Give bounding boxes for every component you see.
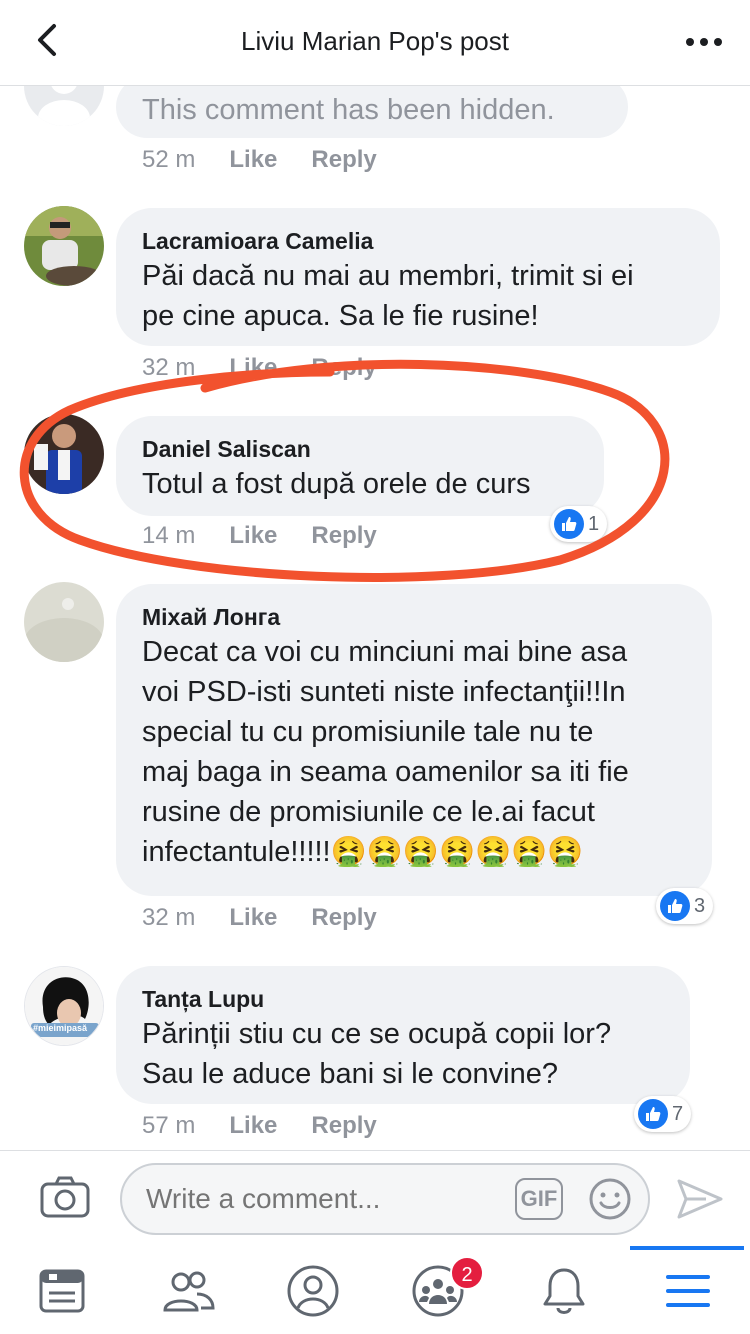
send-button[interactable] (676, 1177, 724, 1221)
avatar[interactable] (24, 86, 104, 126)
reaction-number: 3 (694, 894, 706, 917)
gif-button[interactable]: GIF (515, 1178, 563, 1220)
profile-icon (287, 1265, 339, 1317)
nav-friends[interactable] (160, 1266, 216, 1316)
comment-time: 52 m (142, 146, 196, 173)
nav-news-feed[interactable] (34, 1266, 90, 1316)
avatar[interactable] (24, 206, 104, 286)
reply-button[interactable]: Reply (311, 354, 376, 382)
notification-badge: 2 (450, 1256, 484, 1290)
menu-icon (666, 1275, 710, 1307)
thumbs-up-icon (660, 891, 690, 921)
reply-button[interactable]: Reply (311, 146, 376, 174)
profile-photo-icon (25, 967, 103, 1045)
comment-text-line: infectantule!!!!!🤮🤮🤮🤮🤮🤮🤮 (142, 836, 584, 868)
thumbs-up-icon (554, 509, 584, 539)
dot-icon (686, 38, 694, 46)
comment-bubble: Daniel Saliscan Totul a fost după orele … (116, 416, 604, 516)
like-button[interactable]: Like (229, 354, 277, 382)
comment-text-line: special tu cu promisiunile tale nu te (142, 716, 594, 748)
comment-text-line: Sau le aduce bani si le convine? (142, 1058, 558, 1090)
comment-text-line: Păi dacă nu mai au membri, trimit si ei (142, 260, 634, 292)
reply-button[interactable]: Reply (311, 904, 376, 932)
like-button[interactable]: Like (229, 1112, 277, 1140)
avatar[interactable] (24, 582, 104, 662)
reply-button[interactable]: Reply (311, 522, 376, 550)
nav-notifications[interactable] (536, 1266, 592, 1316)
comment-bubble: Lacramioara Camelia Păi dacă nu mai au m… (116, 208, 720, 346)
reaction-number: 7 (672, 1102, 684, 1125)
smiley-icon (589, 1178, 631, 1220)
comment-text-line: maj baga in seama oamenilor sa iti fie (142, 756, 629, 788)
comment-input[interactable] (146, 1183, 506, 1215)
bottom-navigation: 2 (0, 1246, 750, 1334)
comments-list: This comment has been hidden. 52 m Like … (0, 86, 750, 1150)
comment-author[interactable]: Tanța Lupu (142, 984, 664, 1014)
reply-button[interactable]: Reply (311, 1112, 376, 1140)
default-avatar-icon (24, 86, 104, 126)
comment-composer: GIF (0, 1150, 750, 1246)
comment-meta: 32 m Like Reply (142, 354, 377, 382)
comment-text-line: Decat ca voi cu minciuni mai bine asa (142, 636, 628, 668)
comment-text: This comment has been hidden. (142, 94, 555, 126)
comment-time: 32 m (142, 354, 196, 381)
comment-author[interactable]: Daniel Saliscan (142, 434, 578, 464)
news-feed-icon (39, 1269, 85, 1313)
profile-photo-icon (24, 582, 104, 662)
friends-icon (163, 1271, 215, 1312)
like-button[interactable]: Like (229, 522, 277, 550)
nav-profile[interactable] (285, 1265, 341, 1317)
comment-text-line: rusine de promisiunile ce le.ai facut (142, 796, 595, 828)
like-button[interactable]: Like (229, 146, 277, 174)
camera-button[interactable] (40, 1175, 90, 1219)
comment-time: 14 m (142, 522, 196, 549)
top-bar: Liviu Marian Pop's post (0, 0, 750, 86)
reaction-count[interactable]: 3 (656, 888, 714, 924)
comment-text-line: voi PSD-isti sunteti niste infectanţii!!… (142, 676, 626, 708)
thumbs-up-icon (638, 1099, 668, 1129)
reaction-count[interactable]: 7 (634, 1096, 692, 1132)
reaction-number: 1 (588, 512, 600, 535)
avatar-tag: #mieimipasă (33, 1023, 88, 1033)
more-options-button[interactable] (684, 32, 724, 52)
comment-input-container[interactable]: GIF (120, 1163, 650, 1235)
nav-menu[interactable] (660, 1266, 716, 1316)
reaction-count[interactable]: 1 (550, 506, 608, 542)
bell-icon (543, 1268, 585, 1314)
comment-meta: 57 m Like Reply (142, 1112, 377, 1140)
active-tab-indicator (630, 1246, 744, 1250)
comment-time: 57 m (142, 1112, 196, 1139)
comment-time: 32 m (142, 904, 196, 931)
comment-text-line: Totul a fost după orele de curs (142, 468, 531, 500)
comment-meta: 14 m Like Reply (142, 522, 377, 550)
dot-icon (700, 38, 708, 46)
profile-photo-icon (24, 206, 104, 286)
comment-meta: 32 m Like Reply (142, 904, 377, 932)
emoji-button[interactable] (588, 1177, 632, 1221)
comment-bubble: Tanța Lupu Părinții stiu cu ce se ocupă … (116, 966, 690, 1104)
comment-author[interactable]: Міхай Лонга (142, 602, 686, 632)
page-title: Liviu Marian Pop's post (241, 26, 509, 56)
camera-icon (40, 1176, 90, 1218)
comment-author[interactable]: Lacramioara Camelia (142, 226, 694, 256)
avatar[interactable] (24, 414, 104, 494)
profile-photo-icon (24, 414, 104, 494)
dot-icon (714, 38, 722, 46)
comment-bubble: Міхай Лонга Decat ca voi cu minciuni mai… (116, 584, 712, 896)
comment-text-line: Părinții stiu cu ce se ocupă copii lor? (142, 1018, 612, 1050)
like-button[interactable]: Like (229, 904, 277, 932)
avatar[interactable]: #mieimipasă (24, 966, 104, 1046)
comment-text-line: pe cine apuca. Sa le fie rusine! (142, 300, 539, 332)
comment-bubble: This comment has been hidden. (116, 86, 628, 138)
send-icon (677, 1179, 723, 1219)
comment-meta: 52 m Like Reply (142, 146, 377, 174)
